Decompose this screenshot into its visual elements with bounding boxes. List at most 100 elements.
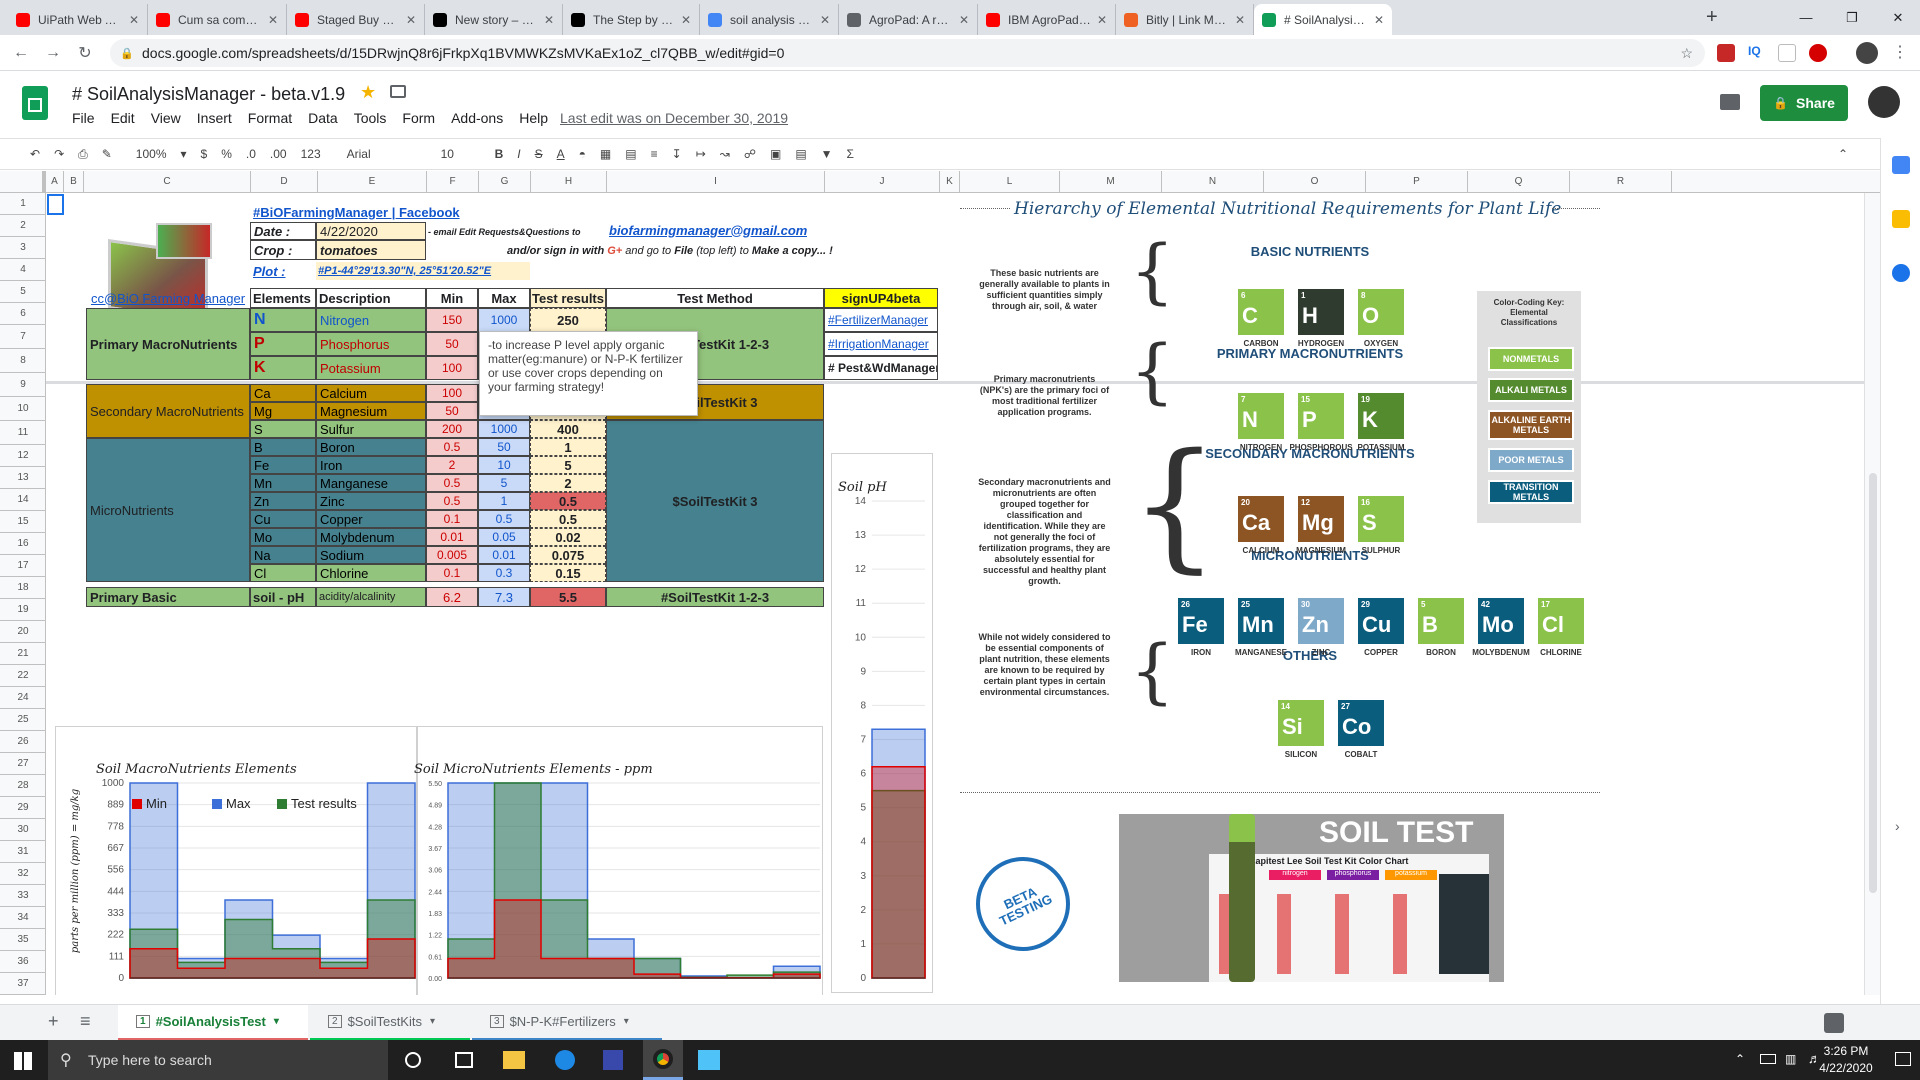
browser-tab[interactable]: IBM AgroPad - AI-p ✕ xyxy=(978,4,1116,35)
file-explorer-icon[interactable] xyxy=(503,1051,525,1069)
spreadsheet-grid[interactable]: ABCDEFGHIJKLMNOPQR 1 2 3 4 5 6 7 8 9 10 11 12 13 14 15… xyxy=(0,171,1880,995)
save-app-icon[interactable] xyxy=(603,1050,623,1070)
close-tab-icon[interactable]: ✕ xyxy=(544,13,554,27)
text-color-button[interactable]: A xyxy=(557,147,565,161)
menu-add-ons[interactable]: Add-ons xyxy=(451,110,503,126)
undo-icon[interactable]: ↶ xyxy=(30,147,40,161)
browser-tab[interactable]: New story – Mediur ✕ xyxy=(425,4,563,35)
row-header[interactable]: 3 xyxy=(0,237,46,259)
forward-icon[interactable]: → xyxy=(42,42,64,64)
test-result[interactable]: 0.02 xyxy=(530,528,606,546)
row-header[interactable]: 10 xyxy=(0,397,46,421)
percent-format-button[interactable]: % xyxy=(221,147,232,161)
collapse-toolbar-icon[interactable]: ⌃ xyxy=(1838,147,1848,161)
column-header[interactable]: N xyxy=(1162,171,1264,193)
test-result[interactable]: 0.5 xyxy=(530,492,606,510)
close-tab-icon[interactable]: ✕ xyxy=(1097,13,1107,27)
browser-tab[interactable]: Cum sa compui Un ✕ xyxy=(148,4,287,35)
browser-tab[interactable]: Bitly | Link Manager ✕ xyxy=(1116,4,1254,35)
date-value[interactable]: 4/22/2020 xyxy=(316,222,426,240)
row-header[interactable]: 14 xyxy=(0,489,46,511)
min-value[interactable]: 150 xyxy=(426,308,478,332)
keep-icon[interactable] xyxy=(1892,210,1910,228)
min-value[interactable]: 0.1 xyxy=(426,564,478,582)
pest-manager-link[interactable]: # Pest&WdManager xyxy=(824,356,938,380)
test-result[interactable]: 1 xyxy=(530,438,606,456)
cell-comment[interactable]: -to increase P level apply organic matte… xyxy=(479,331,698,416)
row-header[interactable]: 21 xyxy=(0,643,46,665)
increase-decimal-button[interactable]: .00 xyxy=(270,147,287,161)
menu-help[interactable]: Help xyxy=(519,110,548,126)
browser-tab[interactable]: The Step by Step Bl ✕ xyxy=(563,4,700,35)
menu-file[interactable]: File xyxy=(72,110,95,126)
column-header[interactable]: M xyxy=(1060,171,1162,193)
menu-view[interactable]: View xyxy=(151,110,181,126)
browser-tab[interactable]: AgroPad: A real-tim ✕ xyxy=(839,4,978,35)
row-header[interactable]: 12 xyxy=(0,445,46,467)
row-header[interactable]: 30 xyxy=(0,819,46,841)
ph-chart[interactable] xyxy=(831,453,933,993)
max-value[interactable]: 10 xyxy=(478,456,530,474)
notifications-icon[interactable] xyxy=(1895,1052,1911,1066)
doc-title[interactable]: # SoilAnalysisManager - beta.v1.9 xyxy=(72,84,345,105)
url-input[interactable]: 🔒 docs.google.com/spreadsheets/d/15DRwjn… xyxy=(110,39,1705,67)
text-rotation-icon[interactable]: ↝ xyxy=(720,147,730,161)
min-value[interactable]: 50 xyxy=(426,332,478,356)
close-tab-icon[interactable]: ✕ xyxy=(681,13,691,27)
column-header[interactable]: A xyxy=(46,171,64,193)
test-result[interactable]: 400 xyxy=(530,420,606,438)
expand-panel-icon[interactable]: › xyxy=(1895,818,1900,834)
calendar-icon[interactable] xyxy=(1892,156,1910,174)
chevron-down-icon[interactable]: ▾ xyxy=(181,147,187,161)
ph-min[interactable]: 6.2 xyxy=(426,587,478,607)
max-value[interactable]: 0.5 xyxy=(478,510,530,528)
account-avatar[interactable] xyxy=(1868,86,1900,118)
row-header[interactable]: 31 xyxy=(0,841,46,863)
test-result[interactable]: 0.075 xyxy=(530,546,606,564)
cc-link[interactable]: cc@BiO Farming Manager xyxy=(86,288,250,308)
reload-icon[interactable]: ↻ xyxy=(74,42,96,64)
cortana-icon[interactable] xyxy=(405,1052,421,1068)
row-header[interactable]: 19 xyxy=(0,599,46,621)
italic-button[interactable]: I xyxy=(517,147,520,161)
align-left-icon[interactable]: ≡ xyxy=(651,147,658,161)
test-result[interactable]: 5 xyxy=(530,456,606,474)
functions-icon[interactable]: Σ xyxy=(847,147,854,161)
close-tab-icon[interactable]: ✕ xyxy=(820,13,830,27)
min-value[interactable]: 0.01 xyxy=(426,528,478,546)
row-header[interactable]: 9 xyxy=(0,373,46,397)
row-header[interactable]: 22 xyxy=(0,665,46,687)
min-value[interactable]: 2 xyxy=(426,456,478,474)
column-header[interactable]: E xyxy=(318,171,427,193)
extension-icon[interactable] xyxy=(1809,44,1827,62)
column-header[interactable]: D xyxy=(251,171,318,193)
chevron-down-icon[interactable]: ▾ xyxy=(274,1016,279,1027)
explore-icon[interactable] xyxy=(1824,1013,1844,1033)
insert-comment-icon[interactable]: ▣ xyxy=(770,147,781,161)
column-header[interactable]: O xyxy=(1264,171,1366,193)
row-header[interactable]: 25 xyxy=(0,709,46,731)
redo-icon[interactable]: ↷ xyxy=(54,147,64,161)
windows-start-icon[interactable] xyxy=(14,1052,32,1070)
bold-button[interactable]: B xyxy=(495,147,504,161)
back-icon[interactable]: ← xyxy=(10,42,32,64)
row-header[interactable]: 33 xyxy=(0,885,46,907)
min-value[interactable]: 0.5 xyxy=(426,492,478,510)
row-header[interactable]: 8 xyxy=(0,349,46,373)
min-value[interactable]: 200 xyxy=(426,420,478,438)
comments-icon[interactable] xyxy=(1720,94,1740,110)
test-result[interactable]: 2 xyxy=(530,474,606,492)
filter-icon[interactable]: ▼ xyxy=(821,147,833,161)
browser-tab[interactable]: soil analysis – Căuta ✕ xyxy=(700,4,839,35)
select-all-corner[interactable] xyxy=(0,171,46,193)
row-header[interactable]: 11 xyxy=(0,421,46,445)
valign-icon[interactable]: ↧ xyxy=(672,147,682,161)
insert-chart-icon[interactable]: ▤ xyxy=(795,147,806,161)
merge-cells-icon[interactable]: ▤ xyxy=(625,147,636,161)
gplus-link[interactable]: G+ xyxy=(607,245,622,257)
chrome-menu-icon[interactable]: ⋮ xyxy=(1892,42,1908,62)
max-value[interactable]: 50 xyxy=(478,438,530,456)
insert-link-icon[interactable]: ☍ xyxy=(744,147,756,161)
close-tab-icon[interactable]: ✕ xyxy=(1235,13,1245,27)
menu-insert[interactable]: Insert xyxy=(197,110,232,126)
